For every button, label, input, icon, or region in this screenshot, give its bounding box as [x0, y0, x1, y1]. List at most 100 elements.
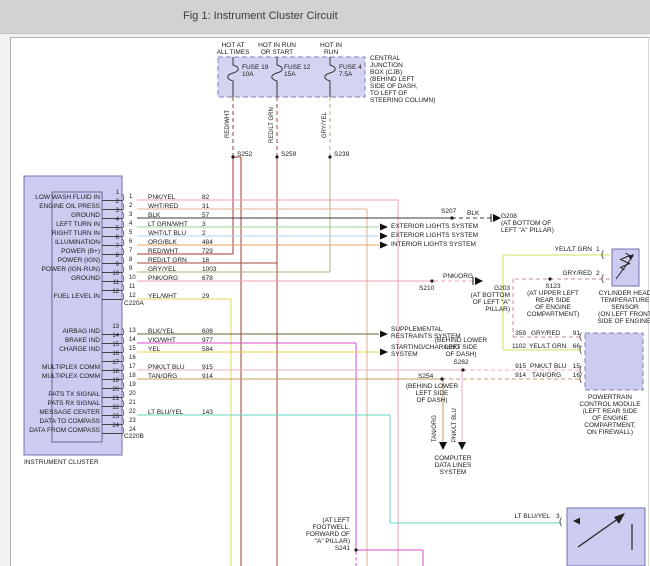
cluster-pin-row: DATA TO COMPASS 23 ) 23 — [0, 414, 650, 427]
system-data-lines: DATA LINES — [434, 462, 472, 469]
splice-location: OF DASH) — [445, 351, 477, 358]
pin-number-inner: 16 — [112, 351, 119, 357]
cluster-pin-row: GROUND 3 ) 3 BLK 57 — [0, 208, 650, 221]
pcm-label: (LEFT REAR SIDE — [582, 408, 638, 415]
pcm-circuit: 359 — [515, 330, 526, 337]
pin-function-label: BRAKE IND — [64, 337, 100, 344]
wire-circuit-label: 484 — [202, 239, 213, 246]
cjb-label: CENTRAL — [370, 55, 401, 62]
wire-circuit-label: 729 — [202, 248, 213, 255]
cluster-pin-row: ENGINE OIL PRESS 2 ) 2 WHT/RED 31 — [0, 199, 650, 212]
pin-function-label: AIRBAG IND — [62, 328, 100, 335]
pin-number-inner: 20 — [112, 387, 119, 393]
pin-chevron-icon: ) — [122, 211, 125, 220]
pin-chevron-icon: ) — [122, 193, 125, 202]
system-interior-lights: INTERIOR LIGHTS SYSTEM — [391, 241, 476, 248]
pcm-pin: 15 — [572, 363, 580, 370]
fuse-amps: 7.5A — [339, 71, 353, 78]
splice-label-s123: S123 — [545, 283, 561, 290]
feed-hot-label: HOT IN — [320, 42, 342, 49]
wire-circuit-label: 3 — [202, 221, 206, 228]
wire-circuit-label: 915 — [202, 364, 213, 371]
pin-function-label: ILLUMINATION — [54, 239, 100, 246]
pin-number: 7 — [129, 248, 133, 254]
pin-number: 5 — [129, 230, 133, 236]
pin-number: 6 — [129, 239, 133, 245]
sensor-pin-color: YEL/LT GRN — [554, 246, 592, 253]
splice-label: S239 — [334, 151, 350, 158]
wire-circuit-label: 678 — [202, 275, 213, 282]
feed-hot-label: HOT IN RUN — [258, 42, 296, 49]
pin-number: 23 — [129, 418, 136, 424]
pin-function-label: DATA TO COMPASS — [39, 418, 100, 425]
pin-number-inner: 8 — [115, 253, 119, 259]
pin-function-label: POWER (IGN) — [57, 257, 100, 264]
pin-chevron-icon: ) — [122, 202, 125, 211]
pcm-circuit: 915 — [515, 363, 526, 370]
ground-location: LEFT "A" PILLAR) — [501, 227, 554, 234]
wire-color-label: PNK/YEL — [148, 194, 176, 201]
feed-wire-label: RED/LT GRN — [269, 107, 275, 143]
wire-color-label: YEL/WHT — [148, 293, 177, 300]
pin-chevron-icon: ) — [122, 417, 125, 426]
fuse-name: FUSE 4 — [339, 64, 362, 71]
pin-chevron-icon: ) — [122, 354, 125, 363]
wire-label-pnk-lt-blu: PNK/LT BLU — [452, 408, 458, 442]
pin-number-inner: 2 — [115, 199, 119, 205]
pin-number-inner: 17 — [112, 360, 119, 366]
wire-circuit-label: 29 — [202, 293, 210, 300]
fuse-amps: 10A — [242, 71, 254, 78]
splice-location: FORWARD OF — [305, 531, 350, 538]
pin-function-label: POWER (B+) — [61, 248, 100, 255]
splice-label-s207: S207 — [441, 208, 457, 215]
switch-wire-color: LT BLU/YEL — [514, 513, 550, 520]
pcm-label: COMPARTMENT, — [584, 422, 636, 429]
pin-number: 4 — [129, 221, 133, 227]
system-data-lines: COMPUTER — [434, 455, 472, 462]
pin-chevron-icon: ) — [122, 256, 125, 265]
wire-label-tan-org: TAN/ORG — [432, 415, 438, 442]
wire-color-label: WHT/LT BLU — [148, 230, 187, 237]
wire-color-label: YEL — [148, 346, 161, 353]
pin-number-inner: 10 — [112, 271, 119, 277]
pin-function-label: LEFT TURN IN — [56, 221, 100, 228]
pin-chevron-icon: ) — [122, 327, 125, 336]
pcm-circuit: 1102 — [512, 343, 526, 350]
cluster-pin-row: PATS RX SIGNAL 21 ) 21 — [0, 396, 650, 409]
pin-number: 10 — [129, 275, 136, 281]
pin-number-inner: 7 — [115, 244, 119, 250]
splice-location: LEFT SIDE — [444, 344, 478, 351]
wire-circuit-label: 2 — [202, 230, 206, 237]
splice-location: OF ENGINE — [535, 304, 571, 311]
pin-chevron-icon: ) — [122, 229, 125, 238]
pin-chevron-icon: ) — [122, 399, 125, 408]
wire-color-label: LT BLU/YEL — [148, 409, 184, 416]
wire-color-label: ORG/BLK — [148, 239, 177, 246]
pin-number: 18 — [129, 373, 136, 379]
splice-label: S259 — [281, 151, 297, 158]
pin-function-label: PATS RX SIGNAL — [47, 400, 101, 407]
wire-circuit-label: 977 — [202, 337, 213, 344]
fuse-name: FUSE 12 — [284, 64, 311, 71]
splice-location: "A" PILLAR) — [314, 538, 350, 545]
wire-color-label: GRY/YEL — [148, 266, 177, 273]
pin-number: 17 — [129, 364, 136, 370]
pin-chevron-icon: ) — [122, 408, 125, 417]
cluster-pin-row: MESSAGE CENTER 22 ) 22 LT BLU/YEL 143 — [0, 405, 650, 418]
ground-location: (AT BOTTOM OF — [501, 220, 552, 227]
cjb-label: SIDE OF DASH, — [370, 83, 418, 90]
splice-location: (BEHIND LOWER — [405, 383, 459, 390]
pcm-pin: 66 — [572, 343, 580, 350]
ground-label-g203: G203 — [494, 285, 510, 292]
pin-number: 2 — [129, 203, 133, 209]
pin-function-label: DATA FROM COMPASS — [29, 427, 100, 434]
pin-number: 14 — [129, 337, 136, 343]
wire-label-pnk-org: PNK/ORG — [443, 273, 473, 280]
sensor-label: SENSOR — [611, 304, 639, 311]
cluster-pin-row: DATA FROM COMPASS 24 ) 24 — [0, 423, 650, 436]
ground-location: (AT BOTTOM — [470, 292, 510, 299]
cjb-label: JUNCTION — [370, 62, 403, 69]
pin-number: 1 — [129, 194, 133, 200]
wire-circuit-label: 31 — [202, 203, 210, 210]
pin-chevron-icon: ) — [122, 390, 125, 399]
